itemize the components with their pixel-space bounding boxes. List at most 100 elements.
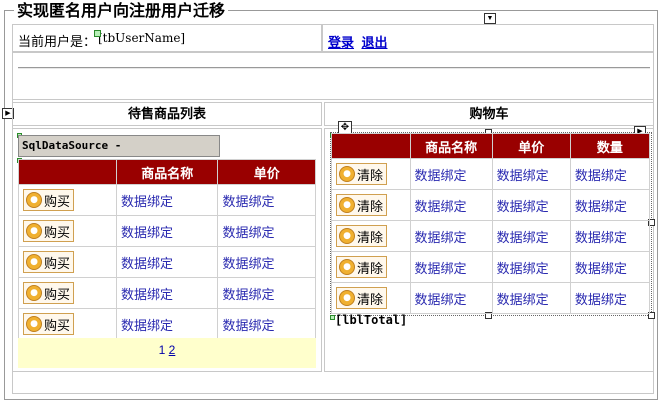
button-icon: ● <box>339 259 355 275</box>
products-col-action <box>18 159 117 185</box>
button-label: 清除 <box>357 168 384 184</box>
cart-row: ● 清除 数据绑定 数据绑定 数据绑定 <box>331 220 651 252</box>
products-action-cell: ● 购买 <box>18 215 117 247</box>
cart-row: ● 清除 数据绑定 数据绑定 数据绑定 <box>331 158 651 190</box>
products-price-cell: 数据绑定 <box>217 277 316 309</box>
products-action-cell: ● 购买 <box>18 246 117 278</box>
button-label: 清除 <box>357 292 384 308</box>
products-price-cell: 数据绑定 <box>217 246 316 278</box>
button-icon: ● <box>26 254 42 270</box>
clear-button[interactable]: ● 清除 <box>336 194 388 216</box>
cart-action-cell: ● 清除 <box>331 282 411 314</box>
products-row: ● 购买 数据绑定 数据绑定 <box>18 246 316 278</box>
buy-button[interactable]: ● 购买 <box>23 220 75 242</box>
cart-price-cell: 数据绑定 <box>491 251 571 283</box>
cart-grid: 商品名称 单价 数量 ● 清除 数据绑定 数据绑定 数据绑定 ● 清除 数据绑定 数据绑定 数据绑… <box>331 133 651 314</box>
products-col-price: 单价 <box>217 159 316 185</box>
products-grid: 商品名称 单价 ● 购买 数据绑定 数据绑定 ● 购买 数据绑定 数据绑定 ● 购买 数据绑定 数据绑… <box>18 159 316 340</box>
cart-col-action <box>331 133 411 159</box>
buy-button[interactable]: ● 购买 <box>23 313 75 335</box>
products-row: ● 购买 数据绑定 数据绑定 <box>18 277 316 309</box>
pager-page-2[interactable]: 2 <box>169 343 176 357</box>
cart-name-cell: 数据绑定 <box>409 282 493 314</box>
cart-title: 购物车 <box>324 102 654 126</box>
products-action-cell: ● 购买 <box>18 308 117 340</box>
cart-row: ● 清除 数据绑定 数据绑定 数据绑定 <box>331 282 651 314</box>
cart-qty-cell: 数据绑定 <box>569 220 651 252</box>
cart-qty-cell: 数据绑定 <box>569 251 651 283</box>
clear-button[interactable]: ● 清除 <box>336 163 388 185</box>
products-title: 待售商品列表 <box>12 102 322 126</box>
cart-action-cell: ● 清除 <box>331 158 411 190</box>
cart-name-cell: 数据绑定 <box>409 158 493 190</box>
cart-qty-cell: 数据绑定 <box>569 189 651 221</box>
products-col-name: 商品名称 <box>115 159 219 185</box>
cart-qty-cell: 数据绑定 <box>569 282 651 314</box>
login-link[interactable]: 登录 <box>328 35 354 50</box>
total-label: [lblTotal] <box>335 313 408 327</box>
products-row: ● 购买 数据绑定 数据绑定 <box>18 308 316 340</box>
products-price-cell: 数据绑定 <box>217 215 316 247</box>
clear-button[interactable]: ● 清除 <box>336 287 388 309</box>
button-label: 清除 <box>357 199 384 215</box>
button-icon: ● <box>339 228 355 244</box>
button-label: 清除 <box>357 230 384 246</box>
login-links: 登录 退出 <box>328 32 387 52</box>
cart-action-cell: ● 清除 <box>331 220 411 252</box>
products-row: ● 购买 数据绑定 数据绑定 <box>18 184 316 216</box>
products-name-cell: 数据绑定 <box>115 277 219 309</box>
products-price-cell: 数据绑定 <box>217 308 316 340</box>
cart-name-cell: 数据绑定 <box>409 251 493 283</box>
cart-price-cell: 数据绑定 <box>491 282 571 314</box>
button-icon: ● <box>26 285 42 301</box>
logout-link[interactable]: 退出 <box>361 35 387 50</box>
cart-name-cell: 数据绑定 <box>409 189 493 221</box>
products-action-cell: ● 购买 <box>18 184 117 216</box>
products-pager: 1 2 <box>18 338 316 368</box>
buy-button[interactable]: ● 购买 <box>23 251 75 273</box>
cart-action-cell: ● 清除 <box>331 251 411 283</box>
cart-qty-cell: 数据绑定 <box>569 158 651 190</box>
clear-button[interactable]: ● 清除 <box>336 256 388 278</box>
button-label: 清除 <box>357 261 384 277</box>
products-name-cell: 数据绑定 <box>115 246 219 278</box>
cart-col-name: 商品名称 <box>409 133 493 159</box>
products-name-cell: 数据绑定 <box>115 308 219 340</box>
horizontal-rule <box>18 67 650 69</box>
products-row: ● 购买 数据绑定 数据绑定 <box>18 215 316 247</box>
button-label: 购买 <box>44 318 71 334</box>
products-price-cell: 数据绑定 <box>217 184 316 216</box>
button-icon: ● <box>339 290 355 306</box>
button-icon: ● <box>339 166 355 182</box>
fieldset-legend: 实现匿名用户向注册用户迁移 <box>14 2 229 20</box>
cart-action-cell: ● 清除 <box>331 189 411 221</box>
control-marker-icon <box>94 30 101 37</box>
pager-page-1[interactable]: 1 <box>159 343 166 357</box>
button-label: 购买 <box>44 256 71 272</box>
cart-name-cell: 数据绑定 <box>409 220 493 252</box>
buy-button[interactable]: ● 购买 <box>23 282 75 304</box>
sqldatasource-control[interactable]: SqlDataSource - SqlDataSource1 <box>18 135 220 172</box>
cart-col-qty: 数量 <box>569 133 651 159</box>
products-action-cell: ● 购买 <box>18 277 117 309</box>
clear-button[interactable]: ● 清除 <box>336 225 388 247</box>
cart-price-cell: 数据绑定 <box>491 220 571 252</box>
products-name-cell: 数据绑定 <box>115 215 219 247</box>
separator-row <box>12 52 654 100</box>
products-name-cell: 数据绑定 <box>115 184 219 216</box>
cart-row: ● 清除 数据绑定 数据绑定 数据绑定 <box>331 251 651 283</box>
cart-col-price: 单价 <box>491 133 571 159</box>
buy-button[interactable]: ● 购买 <box>23 189 75 211</box>
smart-tag-arrow-icon[interactable]: ▼ <box>484 13 496 24</box>
user-name-textbox[interactable]: [tbUserName] <box>94 30 185 46</box>
cart-price-cell: 数据绑定 <box>491 189 571 221</box>
cart-row: ● 清除 数据绑定 数据绑定 数据绑定 <box>331 189 651 221</box>
cart-price-cell: 数据绑定 <box>491 158 571 190</box>
current-user-label: 当前用户是： <box>18 34 97 49</box>
button-icon: ● <box>26 192 42 208</box>
button-icon: ● <box>339 197 355 213</box>
button-label: 购买 <box>44 194 71 210</box>
user-name-placeholder: [tbUserName] <box>98 31 186 45</box>
button-icon: ● <box>26 316 42 332</box>
button-icon: ● <box>26 223 42 239</box>
